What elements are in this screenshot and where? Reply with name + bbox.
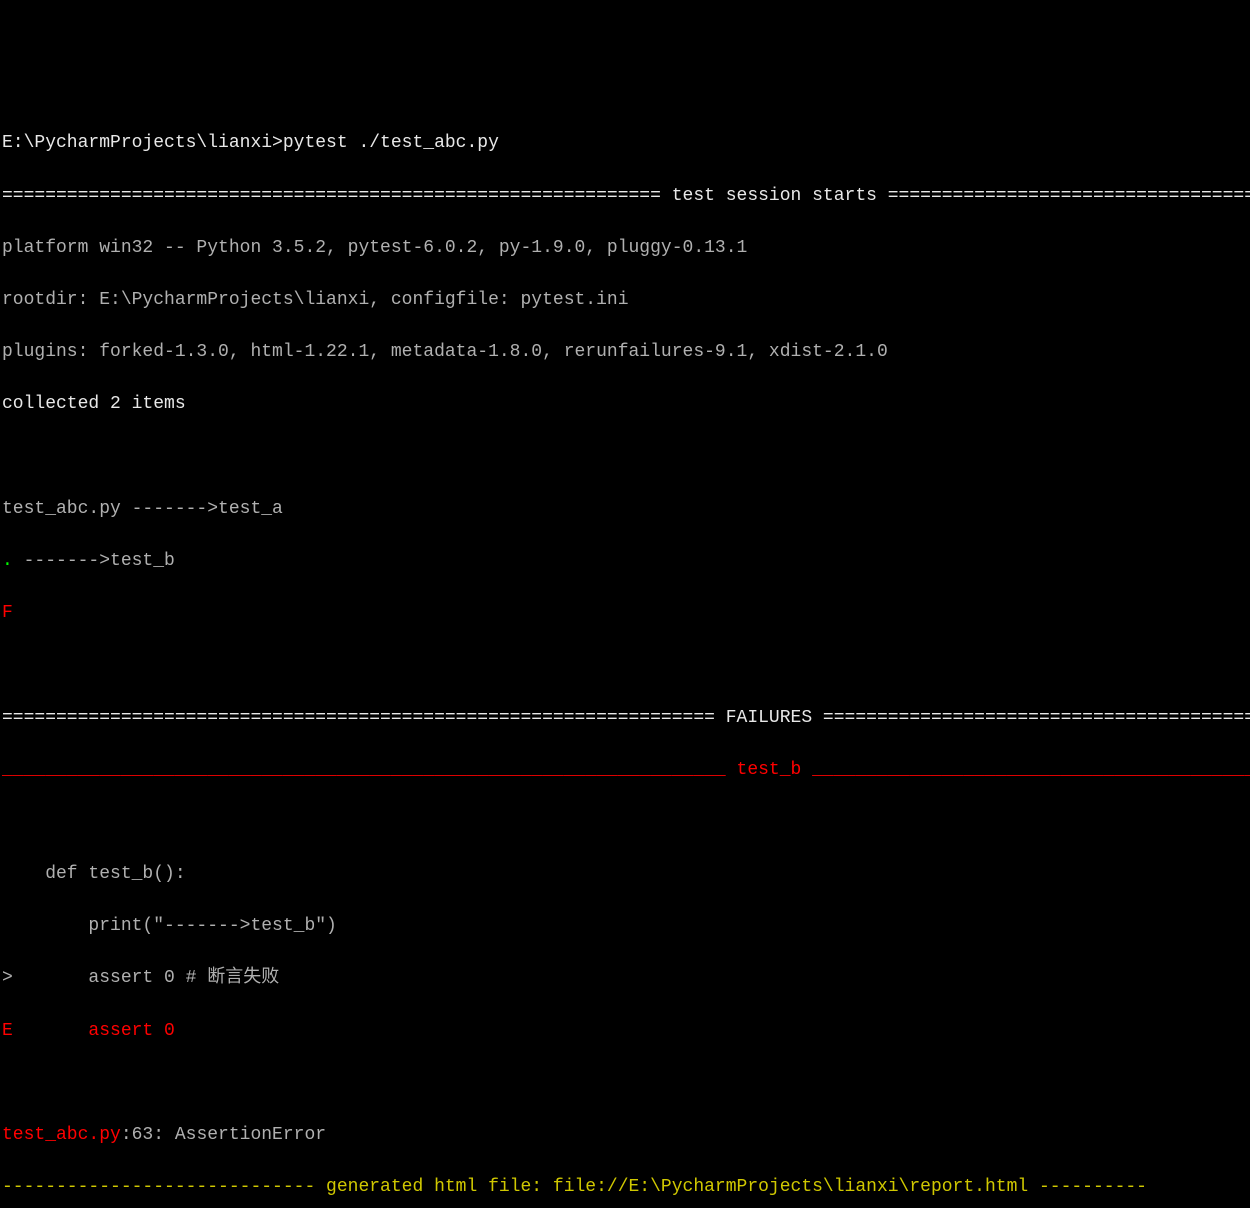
session-separator: ========================================… — [2, 183, 1248, 209]
platform-info: platform win32 -- Python 3.5.2, pytest-6… — [2, 235, 1248, 261]
blank-line — [2, 652, 1248, 678]
terminal-output: E:\PycharmProjects\lianxi>pytest ./test_… — [2, 104, 1248, 1208]
assert-text: assert 0 # 断言失败 — [13, 968, 279, 988]
code-print: print("------->test_b") — [2, 913, 1248, 939]
error-marker: E — [2, 1021, 13, 1041]
collected-items: collected 2 items — [2, 391, 1248, 417]
error-line: E assert 0 — [2, 1018, 1248, 1044]
code-def: def test_b(): — [2, 861, 1248, 887]
test-run-line-1: test_abc.py ------->test_a — [2, 496, 1248, 522]
blank-line — [2, 1070, 1248, 1096]
failures-separator: ========================================… — [2, 705, 1248, 731]
blank-line — [2, 809, 1248, 835]
rootdir-info: rootdir: E:\PycharmProjects\lianxi, conf… — [2, 287, 1248, 313]
plugins-info: plugins: forked-1.3.0, html-1.22.1, meta… — [2, 339, 1248, 365]
pointer-icon: > — [2, 968, 13, 988]
tb-line: :63: AssertionError — [121, 1125, 326, 1145]
code-assert-fail: > assert 0 # 断言失败 — [2, 965, 1248, 991]
blank-line — [2, 444, 1248, 470]
fail-marker: F — [2, 600, 1248, 626]
pass-dot-icon: . — [2, 551, 13, 571]
test-run-line-2: . ------->test_b — [2, 548, 1248, 574]
traceback-location: test_abc.py:63: AssertionError — [2, 1122, 1248, 1148]
command-prompt: E:\PycharmProjects\lianxi>pytest ./test_… — [2, 130, 1248, 156]
test-b-output: ------->test_b — [13, 551, 175, 571]
tb-file: test_abc.py — [2, 1125, 121, 1145]
generated-html: ----------------------------- generated … — [2, 1174, 1248, 1200]
error-msg: assert 0 — [13, 1021, 175, 1041]
test-b-separator: ________________________________________… — [2, 757, 1248, 783]
